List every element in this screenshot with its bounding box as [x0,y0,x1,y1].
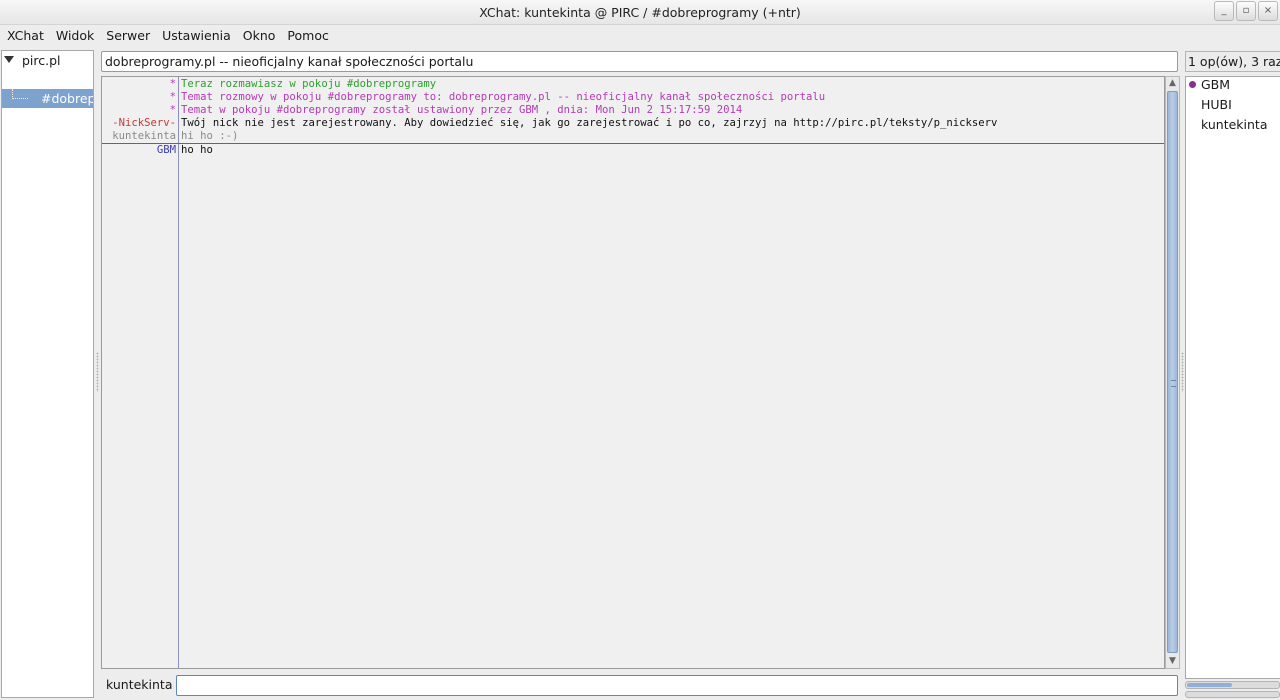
user-count-label: 1 op(ów), 3 razem [1185,51,1280,72]
user-list-scroll-track[interactable] [1185,691,1280,698]
chat-nick: * [169,78,176,90]
hscroll-thumb[interactable] [1187,683,1232,687]
op-status-icon [1189,81,1196,88]
tree-server-row[interactable]: pirc.pl [2,51,93,70]
user-list-hscroll[interactable] [1185,681,1280,689]
window-controls: _ ▫ × [1214,1,1278,21]
scrollbar-thumb[interactable] [1167,91,1178,653]
tree-connector [12,89,28,99]
chat-nick: kuntekinta [112,130,176,142]
scroll-down-arrow-icon[interactable]: ▼ [1166,655,1179,668]
expander-arrow-icon[interactable] [4,56,14,63]
close-button[interactable]: × [1258,1,1278,21]
marker-line [102,143,1164,144]
minimize-button[interactable]: _ [1214,1,1234,21]
maximize-button[interactable]: ▫ [1236,1,1256,21]
chat-nick: -NickServ- [112,117,176,129]
chat-text: Teraz rozmawiasz w pokoju #dobreprogramy [181,78,437,90]
left-pane-grip[interactable] [96,352,99,392]
nick-button[interactable]: kuntekinta [101,674,173,696]
nick-separator [178,77,179,668]
right-pane-grip[interactable] [1181,352,1184,392]
server-tree: pirc.pl #dobreprogramy [1,50,94,698]
user-name: kuntekinta [1201,117,1268,132]
chat-nick: * [169,104,176,116]
grip-icon [1171,380,1176,387]
user-name: GBM [1201,77,1231,92]
chat-nick: GBM [156,144,176,156]
message-input[interactable] [176,675,1178,696]
user-list-item[interactable]: HUBI [1186,95,1280,115]
user-list: GBM HUBI kuntekinta [1185,76,1280,679]
window-titlebar: XChat: kuntekinta @ PIRC / #dobreprogram… [0,0,1280,25]
scroll-up-arrow-icon[interactable]: ▲ [1166,77,1179,90]
menu-xchat[interactable]: XChat [1,25,50,47]
chat-text-area[interactable]: * Teraz rozmawiasz w pokoju #dobreprogra… [101,76,1165,669]
tree-server-label: pirc.pl [22,53,61,68]
menu-bar: XChat Widok Serwer Ustawienia Okno Pomoc [0,25,1280,47]
menu-pomoc[interactable]: Pomoc [281,25,334,47]
window-title: XChat: kuntekinta @ PIRC / #dobreprogram… [479,5,801,20]
menu-okno[interactable]: Okno [237,25,282,47]
chat-text: Twój nick nie jest zarejestrowany. Aby d… [181,117,998,129]
menu-widok[interactable]: Widok [50,25,100,47]
topic-field[interactable]: dobreprogramy.pl -- nieoficjalny kanał s… [101,51,1178,72]
chat-text: Temat rozmowy w pokoju #dobreprogramy to… [181,91,826,103]
menu-serwer[interactable]: Serwer [100,25,156,47]
menu-ustawienia[interactable]: Ustawienia [156,25,237,47]
chat-scrollbar[interactable]: ▲ ▼ [1165,76,1180,669]
chat-text: Temat w pokoju #dobreprogramy został ust… [181,104,743,116]
chat-text: hi ho :-) [181,130,239,142]
tree-channel-label: #dobreprogramy [41,91,94,106]
chat-nick: * [169,91,176,103]
user-list-item[interactable]: GBM [1186,75,1280,95]
tree-channel-row[interactable]: #dobreprogramy [2,89,93,108]
chat-text: ho ho [181,144,213,156]
user-list-item[interactable]: kuntekinta [1186,115,1280,135]
user-name: HUBI [1201,97,1232,112]
